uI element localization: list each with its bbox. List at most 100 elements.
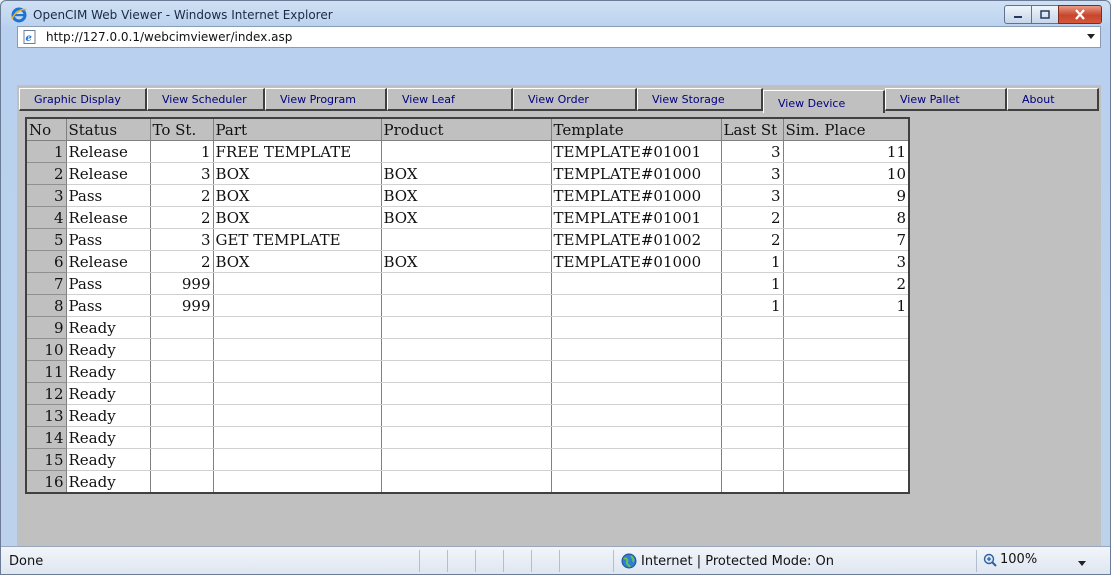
cell-product — [381, 140, 552, 163]
window-controls — [1004, 5, 1102, 24]
cell-product: BOX — [381, 206, 552, 229]
table-row: 11 Ready — [26, 360, 910, 383]
column-header-last-station: Last St — [721, 118, 784, 141]
cell-product — [381, 404, 552, 427]
cell-last-station — [721, 448, 784, 471]
tab-view-leaf[interactable]: View Leaf — [387, 88, 513, 111]
cell-status: Release — [66, 250, 151, 273]
cell-sim-place — [783, 382, 910, 405]
tab-view-device[interactable]: View Device — [763, 90, 885, 113]
tab-about[interactable]: About — [1007, 88, 1099, 111]
cell-part: BOX — [213, 206, 382, 229]
cell-no: 4 — [26, 206, 67, 229]
cell-template: TEMPLATE#01000 — [551, 162, 722, 185]
cell-status: Ready — [66, 448, 151, 471]
window-title: OpenCIM Web Viewer - Windows Internet Ex… — [33, 8, 333, 22]
cell-sim-place — [783, 470, 910, 494]
cell-template: TEMPLATE#01001 — [551, 206, 722, 229]
cell-to-station: 3 — [150, 228, 214, 251]
cell-part: BOX — [213, 250, 382, 273]
status-bar: Done Internet | Protected Mode: On 100% — [1, 546, 1110, 574]
page-icon: e — [23, 30, 36, 44]
cell-no: 2 — [26, 162, 67, 185]
column-header-product: Product — [381, 118, 552, 141]
cell-no: 13 — [26, 404, 67, 427]
close-button[interactable] — [1058, 5, 1102, 24]
cell-sim-place: 1 — [783, 294, 910, 317]
cell-to-station — [150, 404, 214, 427]
table-row: 12 Ready — [26, 382, 910, 405]
cell-sim-place: 7 — [783, 228, 910, 251]
cell-status: Ready — [66, 360, 151, 383]
column-header-no: No — [26, 118, 67, 141]
status-divider — [503, 550, 504, 572]
table-row: 8 Pass 999 1 1 — [26, 294, 910, 317]
cell-no: 7 — [26, 272, 67, 295]
cell-no: 14 — [26, 426, 67, 449]
cell-to-station — [150, 448, 214, 471]
cell-status: Ready — [66, 404, 151, 427]
cell-no: 16 — [26, 470, 67, 494]
cell-status: Ready — [66, 382, 151, 405]
tab-view-scheduler[interactable]: View Scheduler — [147, 88, 265, 111]
cell-last-station — [721, 404, 784, 427]
status-divider — [559, 550, 560, 572]
maximize-button[interactable] — [1031, 5, 1059, 24]
table-row: 9 Ready — [26, 316, 910, 339]
cell-sim-place — [783, 448, 910, 471]
cell-last-station: 1 — [721, 294, 784, 317]
cell-template — [551, 316, 722, 339]
cell-status: Release — [66, 140, 151, 163]
tab-graphic-display[interactable]: Graphic Display — [19, 88, 147, 111]
table-row: 6 Release 2 BOX BOX TEMPLATE#01000 1 3 — [26, 250, 910, 273]
cell-last-station — [721, 316, 784, 339]
cell-template: TEMPLATE#01001 — [551, 140, 722, 163]
security-zone[interactable]: Internet | Protected Mode: On — [621, 553, 834, 569]
cell-product — [381, 426, 552, 449]
address-bar[interactable]: e http://127.0.0.1/webcimviewer/index.as… — [17, 26, 1101, 48]
cell-sim-place — [783, 404, 910, 427]
tab-bar: Graphic Display View Scheduler View Prog… — [17, 85, 1101, 113]
cell-to-station: 3 — [150, 162, 214, 185]
status-text: Done — [9, 554, 44, 569]
cell-product — [381, 272, 552, 295]
cell-last-station: 2 — [721, 228, 784, 251]
cell-part — [213, 294, 382, 317]
ie-logo-icon — [11, 7, 27, 23]
maximize-icon — [1040, 10, 1050, 19]
cell-last-station: 3 — [721, 184, 784, 207]
cell-to-station: 2 — [150, 184, 214, 207]
column-header-template: Template — [551, 118, 722, 141]
cell-template: TEMPLATE#01002 — [551, 228, 722, 251]
cell-template — [551, 426, 722, 449]
cell-last-station — [721, 470, 784, 494]
column-header-status: Status — [66, 118, 151, 141]
cell-to-station — [150, 360, 214, 383]
table-row: 4 Release 2 BOX BOX TEMPLATE#01001 2 8 — [26, 206, 910, 229]
tab-view-order[interactable]: View Order — [513, 88, 637, 111]
cell-product — [381, 448, 552, 471]
cell-no: 6 — [26, 250, 67, 273]
tab-view-storage[interactable]: View Storage — [637, 88, 763, 111]
tab-view-pallet[interactable]: View Pallet — [885, 88, 1007, 111]
table-row: 7 Pass 999 1 2 — [26, 272, 910, 295]
minimize-button[interactable] — [1004, 5, 1032, 24]
cell-product — [381, 294, 552, 317]
cell-sim-place: 8 — [783, 206, 910, 229]
tab-view-program[interactable]: View Program — [265, 88, 387, 111]
chevron-down-icon[interactable] — [1087, 34, 1095, 39]
cell-template: TEMPLATE#01000 — [551, 184, 722, 207]
cell-status: Ready — [66, 338, 151, 361]
column-header-to-station: To St. — [150, 118, 214, 141]
cell-template — [551, 448, 722, 471]
cell-to-station — [150, 470, 214, 494]
cell-sim-place — [783, 316, 910, 339]
chevron-down-icon[interactable] — [1078, 561, 1086, 566]
cell-part: BOX — [213, 184, 382, 207]
cell-sim-place: 2 — [783, 272, 910, 295]
cell-product: BOX — [381, 162, 552, 185]
cell-status: Ready — [66, 316, 151, 339]
cell-sim-place: 10 — [783, 162, 910, 185]
zoom-control[interactable]: 100% — [983, 552, 1037, 567]
table-row: 13 Ready — [26, 404, 910, 427]
